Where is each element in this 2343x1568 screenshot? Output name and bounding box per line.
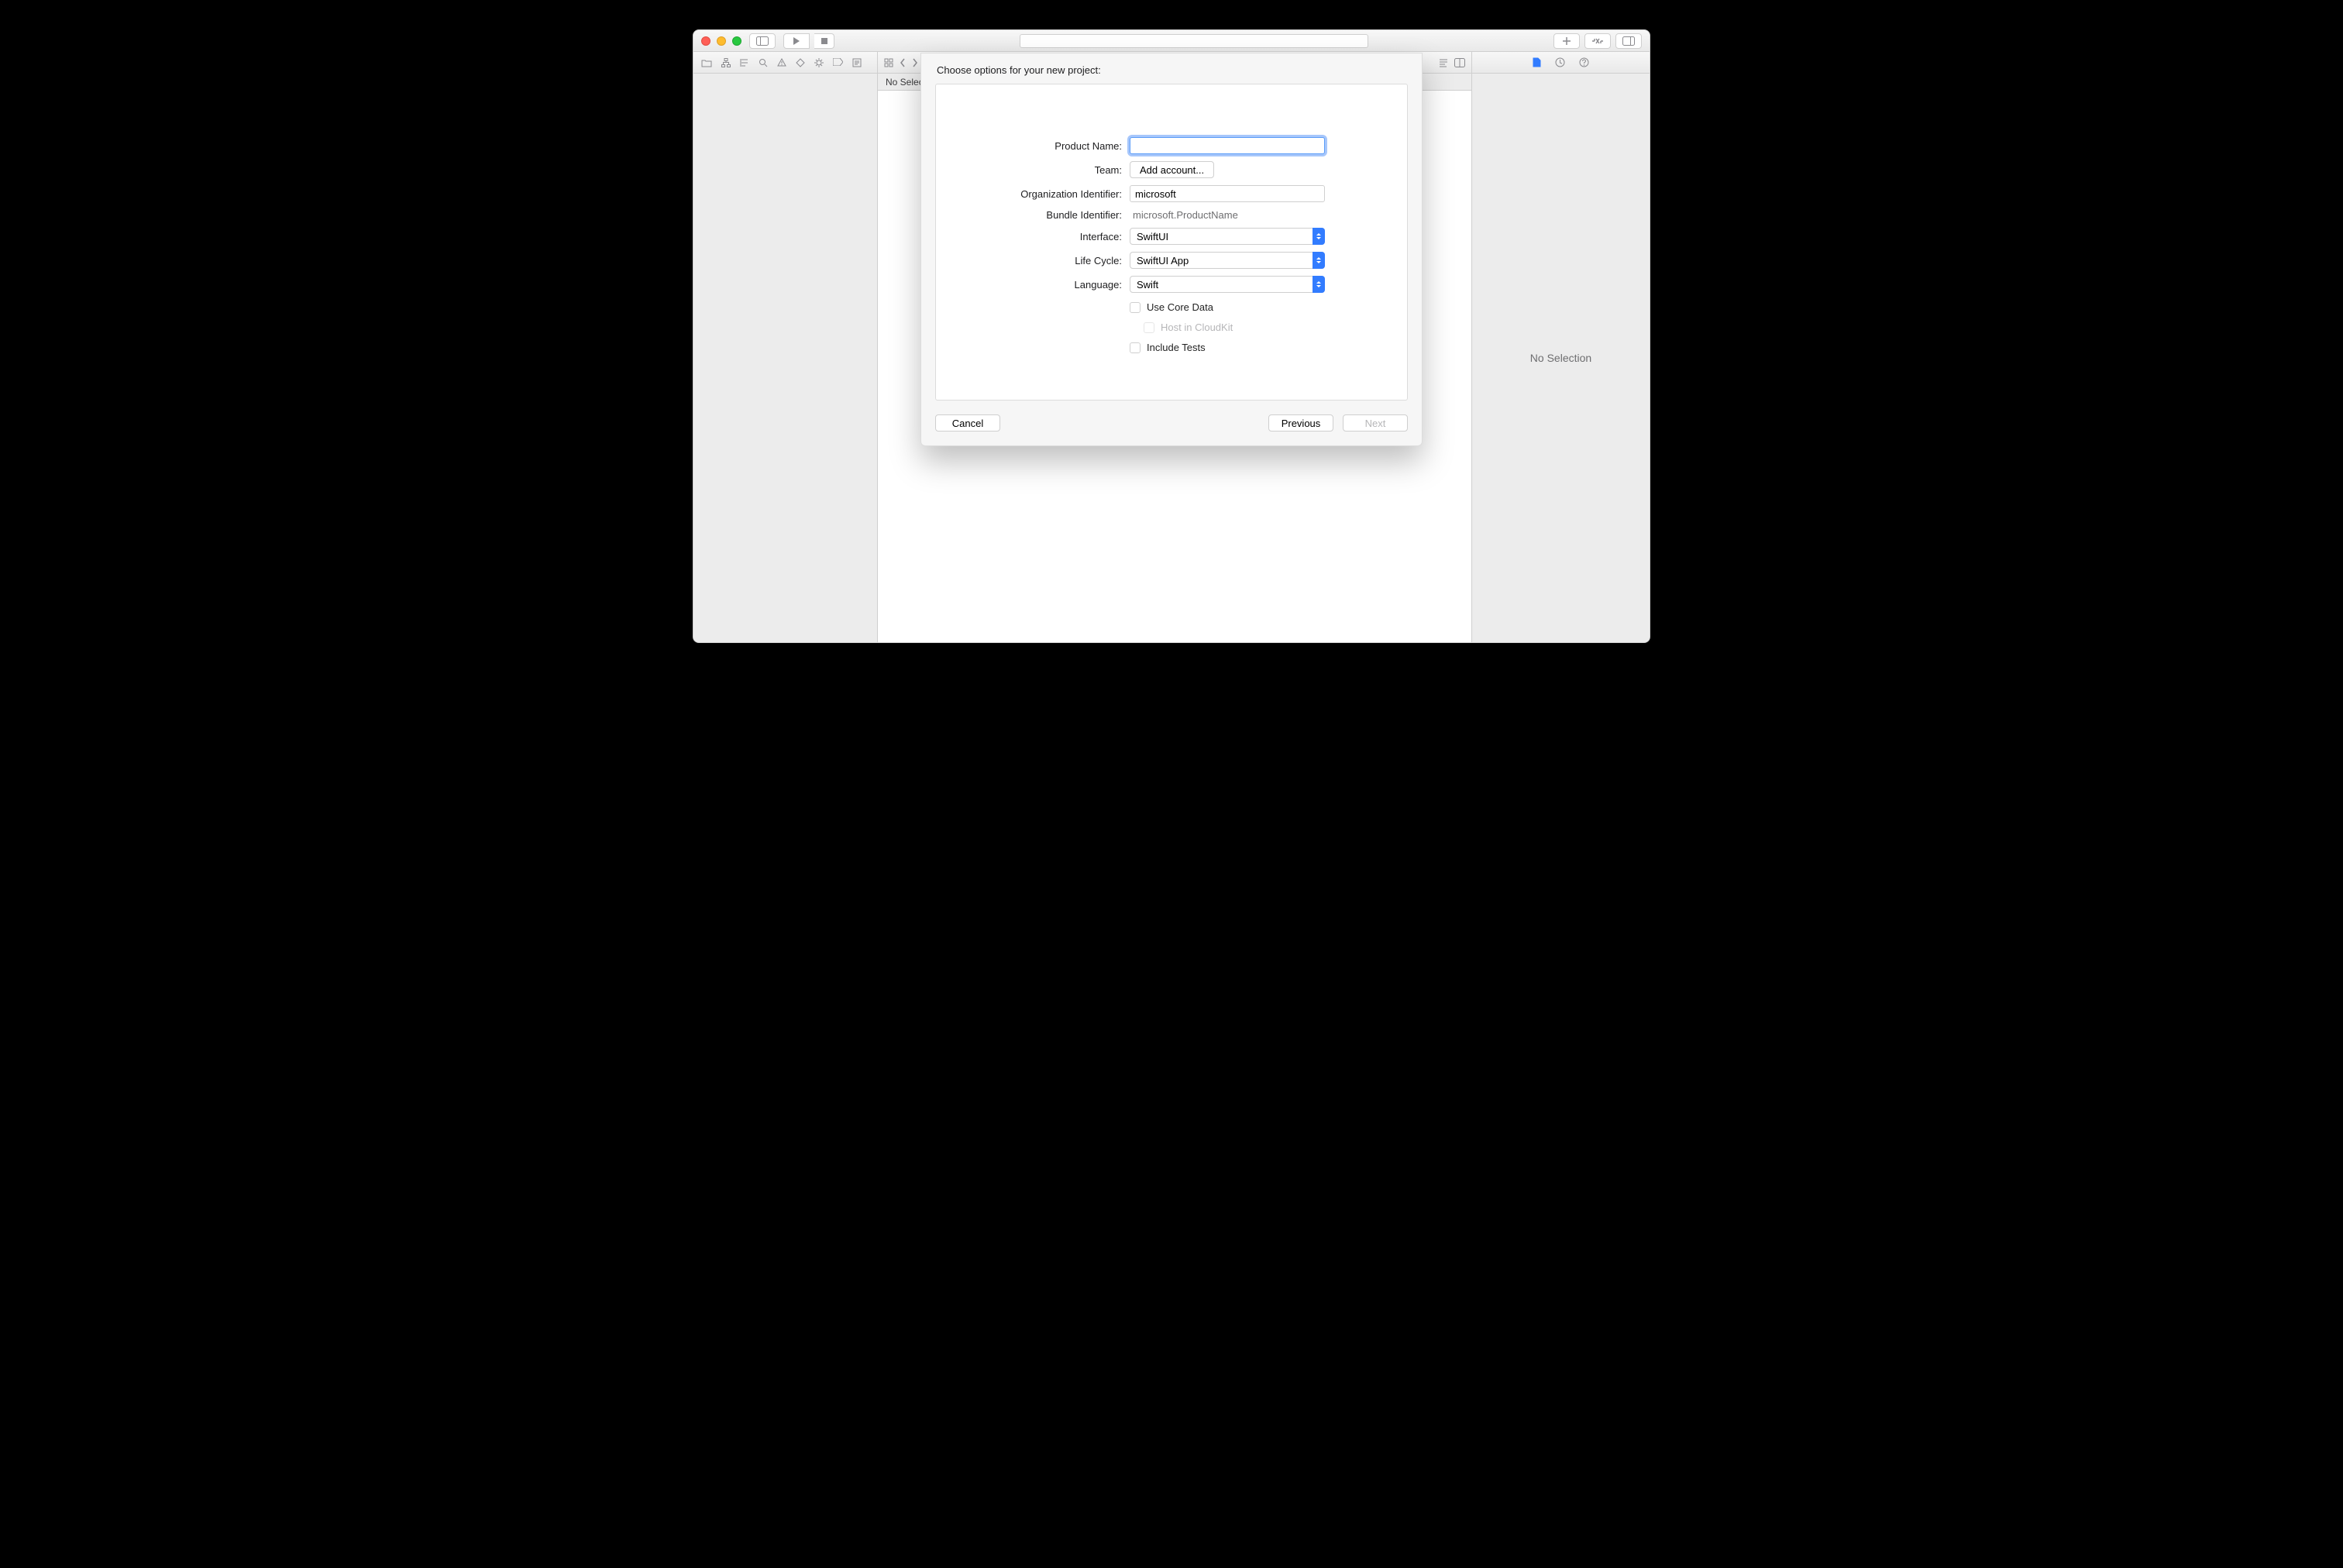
inspector-empty-label: No Selection	[1530, 352, 1591, 364]
inspector-panel: No Selection	[1471, 74, 1650, 642]
cancel-button[interactable]: Cancel	[935, 414, 1000, 432]
navigator-selector	[693, 52, 878, 73]
host-cloudkit-checkbox	[1144, 322, 1154, 333]
bundle-id-label: Bundle Identifier:	[955, 209, 1122, 221]
source-control-icon[interactable]	[721, 58, 731, 67]
sidebar-icon	[756, 36, 769, 46]
minimap-icon[interactable]	[1439, 58, 1448, 67]
product-name-label: Product Name:	[955, 140, 1122, 152]
language-select[interactable]	[1130, 276, 1325, 293]
next-button: Next	[1343, 414, 1408, 432]
sheet-body: Product Name: Team: Add account... Organ…	[935, 84, 1408, 401]
grid-icon[interactable]	[884, 58, 893, 67]
stop-button[interactable]	[814, 33, 834, 49]
activity-status	[1020, 34, 1368, 48]
close-window-button[interactable]	[701, 36, 710, 46]
code-review-button[interactable]	[1584, 33, 1611, 49]
include-tests-label: Include Tests	[1147, 342, 1206, 353]
reports-icon[interactable]	[852, 58, 862, 67]
toggle-inspector-button[interactable]	[1615, 33, 1642, 49]
symbol-icon[interactable]	[740, 58, 749, 67]
xcode-window: No Selection No Selection Choose options…	[693, 29, 1650, 643]
history-inspector-icon[interactable]	[1555, 57, 1565, 67]
chevron-left-icon[interactable]	[900, 58, 906, 67]
product-name-input[interactable]	[1130, 137, 1325, 154]
toggle-navigator-button[interactable]	[749, 33, 776, 49]
include-tests-checkbox[interactable]	[1130, 342, 1141, 353]
review-icon	[1591, 37, 1604, 45]
lifecycle-label: Life Cycle:	[955, 255, 1122, 266]
find-icon[interactable]	[759, 58, 768, 67]
debug-icon[interactable]	[814, 58, 824, 67]
chevron-right-icon[interactable]	[912, 58, 918, 67]
issues-icon[interactable]	[777, 58, 786, 67]
panels-icon	[1622, 36, 1635, 46]
plus-icon	[1562, 36, 1571, 46]
stop-icon	[821, 37, 828, 45]
team-label: Team:	[955, 164, 1122, 176]
sheet-title: Choose options for your new project:	[937, 64, 1408, 76]
interface-select[interactable]	[1130, 228, 1325, 245]
bundle-id-value: microsoft.ProductName	[1130, 209, 1325, 221]
previous-button[interactable]: Previous	[1268, 414, 1333, 432]
host-cloudkit-label: Host in CloudKit	[1161, 322, 1233, 333]
file-inspector-icon[interactable]	[1533, 57, 1541, 67]
traffic-lights	[701, 36, 741, 46]
use-core-data-checkbox[interactable]	[1130, 302, 1141, 313]
run-button[interactable]	[783, 33, 810, 49]
titlebar	[693, 30, 1650, 52]
folder-icon[interactable]	[701, 58, 712, 67]
library-button[interactable]	[1553, 33, 1580, 49]
new-project-sheet: Choose options for your new project: Pro…	[920, 53, 1423, 446]
activity-viewer	[842, 34, 1546, 48]
zoom-window-button[interactable]	[732, 36, 741, 46]
help-inspector-icon[interactable]	[1579, 57, 1589, 67]
lifecycle-select[interactable]	[1130, 252, 1325, 269]
sheet-footer: Cancel Previous Next	[935, 414, 1408, 432]
tests-icon[interactable]	[796, 58, 805, 67]
use-core-data-label: Use Core Data	[1147, 301, 1213, 313]
add-account-button[interactable]: Add account...	[1130, 161, 1214, 178]
minimize-window-button[interactable]	[717, 36, 726, 46]
interface-label: Interface:	[955, 231, 1122, 242]
inspector-selector	[1471, 52, 1650, 73]
language-label: Language:	[955, 279, 1122, 291]
navigator-panel	[693, 74, 878, 642]
adjust-icon[interactable]	[1454, 58, 1465, 67]
breakpoints-icon[interactable]	[833, 58, 843, 67]
org-id-input[interactable]	[1130, 185, 1325, 202]
play-icon	[793, 37, 800, 45]
org-id-label: Organization Identifier:	[955, 188, 1122, 200]
